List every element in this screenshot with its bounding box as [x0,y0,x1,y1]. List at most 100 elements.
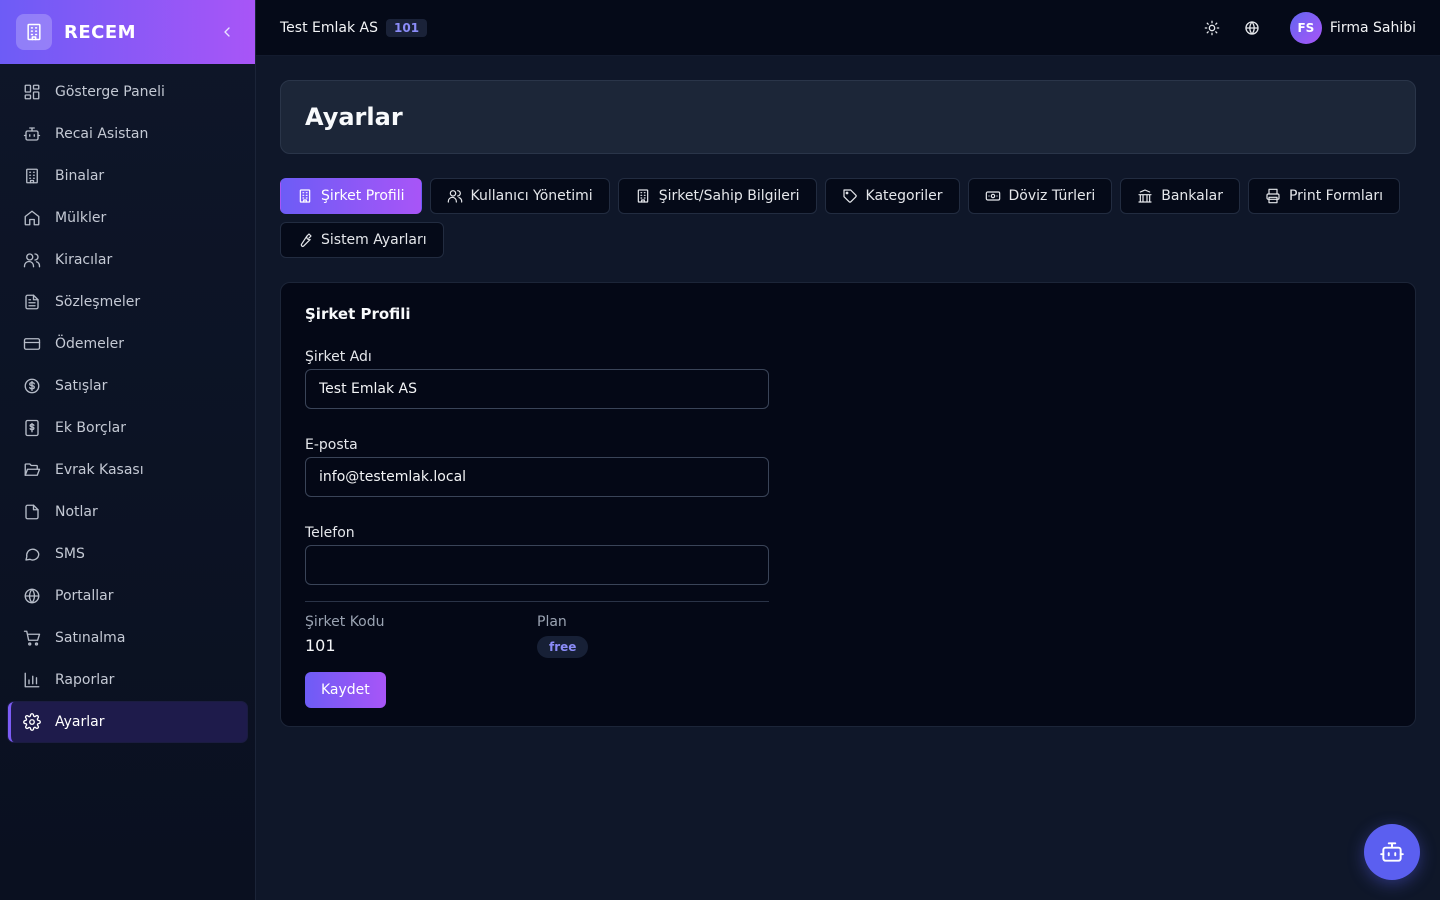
company-name-field-group: Şirket Adı [305,349,769,409]
brand-name: RECEM [64,21,137,43]
gear-icon [23,713,41,731]
sidebar-item-document-vault[interactable]: Evrak Kasası [8,450,247,490]
tab-label: Kategoriler [865,188,943,204]
collapse-sidebar-button[interactable] [215,20,239,44]
receipt-icon [25,419,39,437]
sidebar-item-properties[interactable]: Mülkler [8,198,247,238]
sidebar-item-label: Gösterge Paneli [55,84,165,100]
plan-badge: free [537,636,589,658]
phone-input[interactable] [305,545,769,585]
sidebar-item-sales[interactable]: Satışlar [8,366,247,406]
assistant-fab-button[interactable] [1364,824,1420,880]
email-field-group: E-posta [305,437,769,497]
sidebar-item-dashboard[interactable]: Gösterge Paneli [8,72,247,112]
tab-banks[interactable]: Bankalar [1120,178,1240,214]
sidebar-item-label: Satışlar [55,378,108,394]
plan-info: Plan free [537,614,769,658]
dollar-circle-icon [24,378,40,394]
wrench-icon [300,233,312,247]
sidebar-item-label: Notlar [55,504,98,520]
sidebar-item-contracts[interactable]: Sözleşmeler [8,282,247,322]
banknote-icon [985,191,1000,201]
credit-card-icon [23,338,41,350]
sidebar-item-sms[interactable]: SMS [8,534,247,574]
theme-toggle-button[interactable] [1196,12,1228,44]
sidebar-item-label: Sözleşmeler [55,294,141,310]
company-name-input[interactable] [305,369,769,409]
bot-icon [23,127,41,141]
bar-chart-icon [24,672,40,688]
sidebar-item-assistant[interactable]: Recai Asistan [8,114,247,154]
sidebar-item-label: Raporlar [55,672,115,688]
cart-icon [23,630,41,646]
company-name-label: Şirket Adı [305,349,372,365]
page-header: Ayarlar [280,80,1416,154]
building-icon [26,168,38,184]
sidebar-item-label: Recai Asistan [55,126,149,142]
bank-icon [1138,189,1152,203]
note-icon [25,504,39,520]
tab-categories[interactable]: Kategoriler [824,178,960,214]
avatar: FS [1289,11,1322,44]
sidebar-item-buildings[interactable]: Binalar [8,156,247,196]
page-title: Ayarlar [305,103,403,131]
section-title: Şirket Profili [305,305,411,323]
company-code-info: Şirket Kodu 101 [305,614,537,658]
company-meta-row: Şirket Kodu 101 Plan free [305,614,769,658]
tab-user-management[interactable]: Kullanıcı Yönetimi [429,178,610,214]
company-code-label: Şirket Kodu [305,614,385,630]
phone-label: Telefon [305,525,355,541]
plan-label: Plan [537,614,567,630]
tab-currency-types[interactable]: Döviz Türleri [967,178,1113,214]
sidebar-item-label: Binalar [55,168,105,184]
users-icon [23,253,41,268]
tab-label: Şirket Profili [321,188,405,204]
sidebar-item-label: Evrak Kasası [55,462,144,478]
building-icon [299,189,311,203]
sidebar-item-purchasing[interactable]: Satınalma [8,618,247,658]
tab-print-forms[interactable]: Print Formları [1247,178,1401,214]
sidebar-item-payments[interactable]: Ödemeler [8,324,247,364]
tab-label: Sistem Ayarları [321,232,427,248]
tab-system-settings[interactable]: Sistem Ayarları [280,222,444,258]
sidebar-item-notes[interactable]: Notlar [8,492,247,532]
sidebar-item-extra-debts[interactable]: Ek Borçlar [8,408,247,448]
email-input[interactable] [305,457,769,497]
sidebar-nav: Gösterge Paneli Recai Asistan Binalar Mü… [0,64,255,752]
dashboard-icon [24,84,40,100]
company-profile-card: Şirket Profili Şirket Adı E-posta Telefo… [280,282,1416,727]
tab-company-owner-info[interactable]: Şirket/Sahip Bilgileri [617,178,817,214]
company-code-badge: 101 [386,18,428,37]
sidebar-item-settings[interactable]: Ayarlar [8,702,247,742]
sidebar-item-label: Satınalma [55,630,126,646]
tag-icon [842,189,857,203]
sidebar-item-portals[interactable]: Portallar [8,576,247,616]
building-icon [16,14,52,50]
brand-header: RECEM [0,0,255,64]
sun-icon [1204,20,1220,35]
user-menu-button[interactable]: FS Firma Sahibi [1289,11,1416,44]
sidebar-item-reports[interactable]: Raporlar [8,660,247,700]
sidebar-item-label: Portallar [55,588,114,604]
tab-label: Döviz Türleri [1008,188,1096,204]
current-company-name: Test Emlak AS [280,19,378,36]
sidebar-item-label: SMS [55,546,85,562]
tab-label: Bankalar [1161,188,1223,204]
divider [305,601,769,602]
save-button[interactable]: Kaydet [305,672,386,708]
globe-icon [1245,20,1259,35]
message-icon [25,548,40,561]
sidebar-item-label: Ödemeler [55,336,125,352]
sidebar-item-tenants[interactable]: Kiracılar [8,240,247,280]
folder-open-icon [24,463,41,476]
globe-icon [24,588,40,604]
sidebar-item-label: Kiracılar [55,252,113,268]
tab-company-profile[interactable]: Şirket Profili [280,178,422,214]
language-button[interactable] [1236,12,1268,44]
printer-icon [1266,188,1280,204]
user-name: Firma Sahibi [1329,19,1416,36]
topbar: Test Emlak AS 101 FS Firma Sahibi [256,0,1440,56]
sidebar-item-label: Ek Borçlar [55,420,126,436]
sidebar-item-label: Ayarlar [55,714,105,730]
sidebar-item-label: Mülkler [55,210,107,226]
